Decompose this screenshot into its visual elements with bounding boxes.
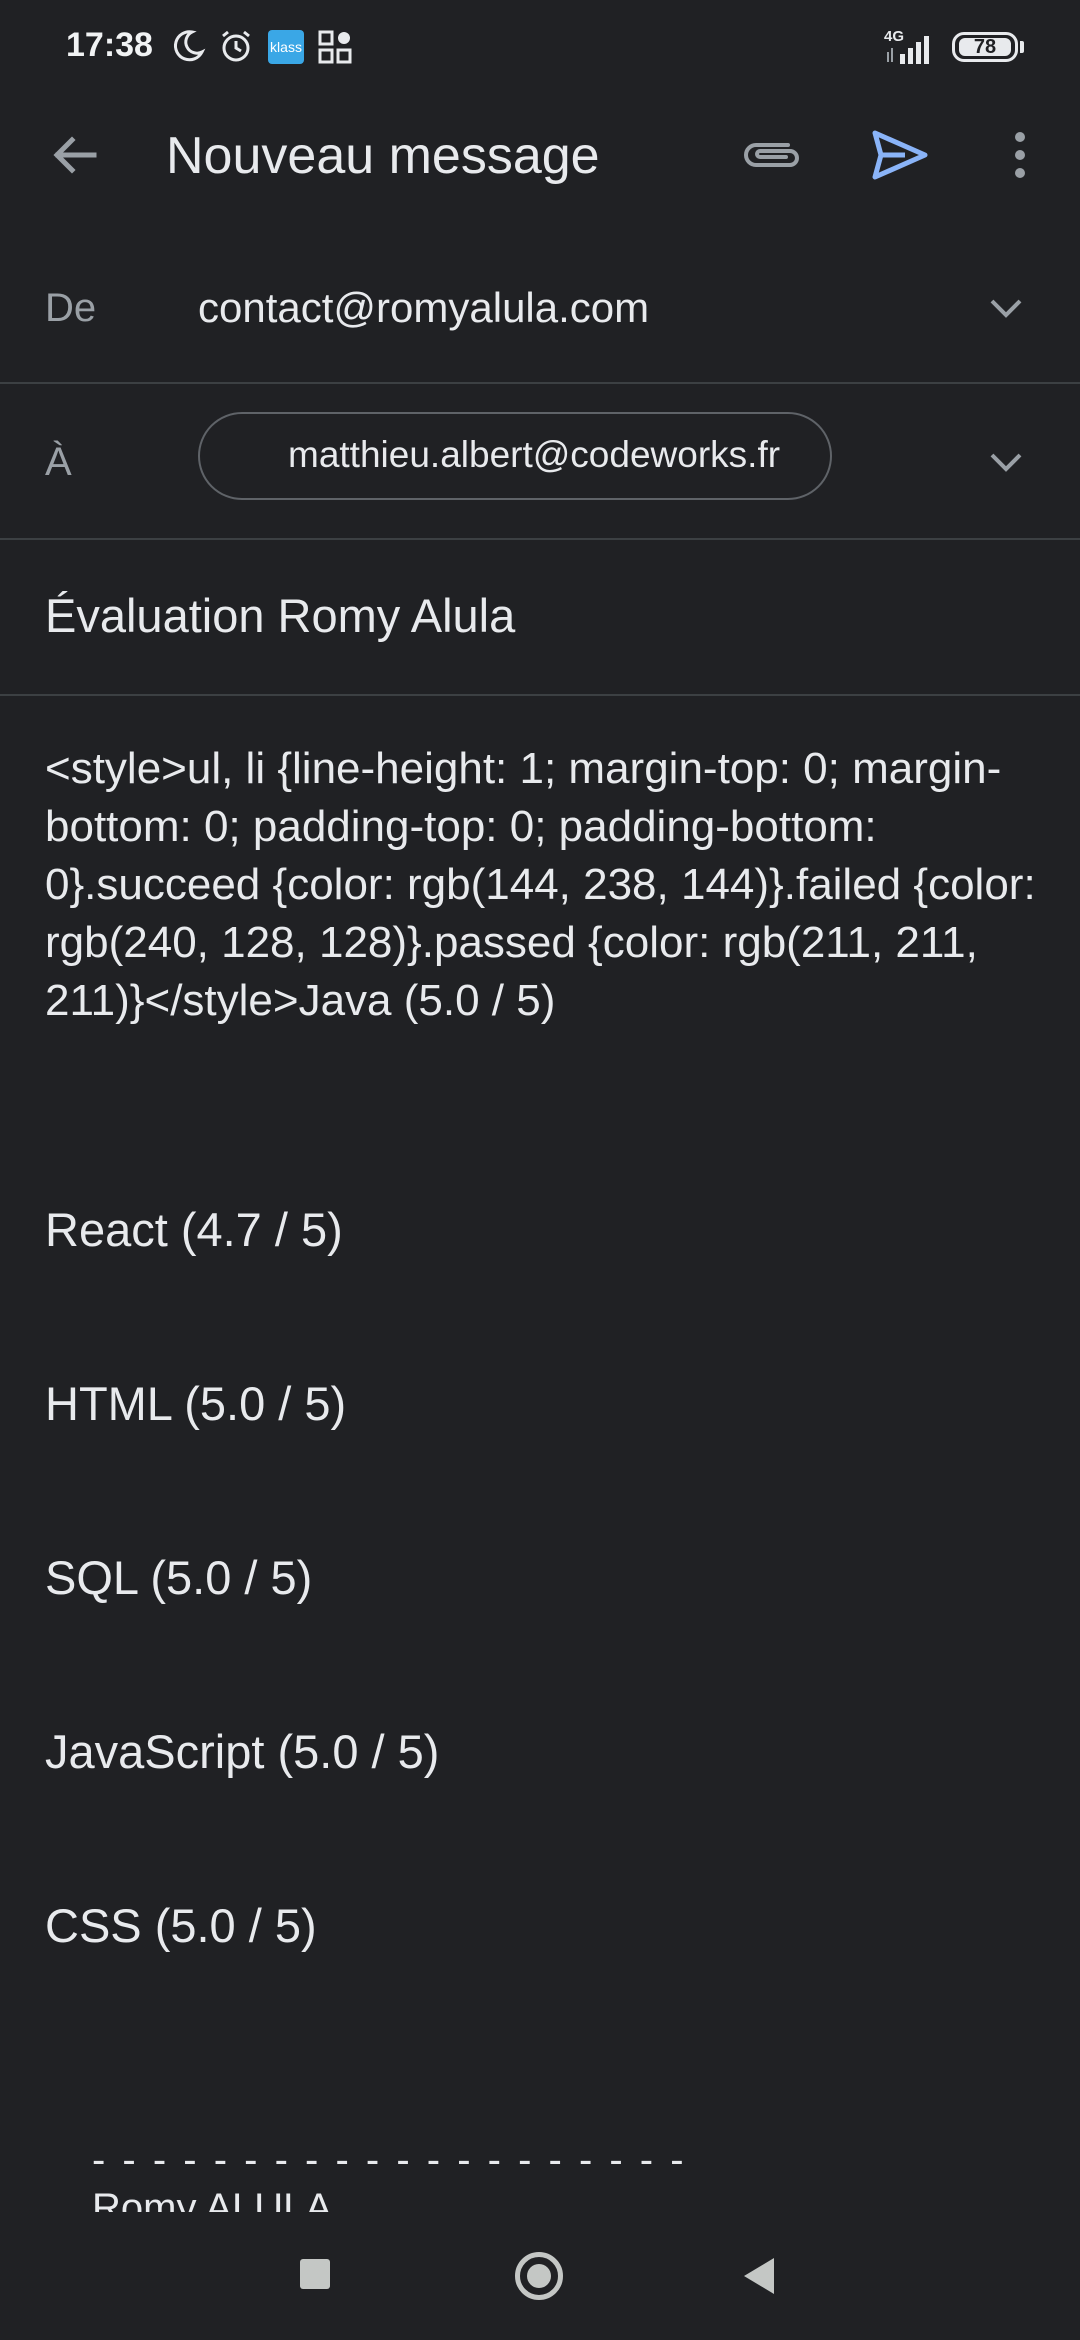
body-style-text: <style>ul, li {line-height: 1; margin-to…	[45, 744, 1036, 1025]
skill-line: React (4.7 / 5)	[45, 1203, 343, 1256]
more-options-button[interactable]	[992, 122, 1048, 192]
from-label: De	[45, 286, 97, 330]
from-value: contact@romyalula.com	[198, 284, 650, 331]
recents-square-icon[interactable]	[300, 2259, 330, 2289]
recipient-email: matthieu.albert@codeworks.fr	[288, 434, 781, 475]
home-circle-dot	[527, 2264, 551, 2288]
klass-app-icon: klass	[268, 30, 304, 64]
system-nav-bar	[0, 2212, 1080, 2340]
to-row[interactable]: À matthieu.albert@codeworks.fr	[0, 384, 1080, 540]
to-chevron-down-icon[interactable]	[976, 432, 1036, 492]
moon-icon	[170, 28, 206, 69]
alarm-icon	[218, 28, 254, 69]
message-body[interactable]: <style>ul, li {line-height: 1; margin-to…	[45, 740, 1045, 1030]
send-button[interactable]	[862, 120, 938, 194]
page-title: Nouveau message	[166, 127, 600, 185]
skill-line: JavaScript (5.0 / 5)	[45, 1725, 440, 1778]
skill-line: HTML (5.0 / 5)	[45, 1377, 347, 1430]
home-circle-icon[interactable]	[515, 2252, 563, 2300]
skill-line: CSS (5.0 / 5)	[45, 1899, 317, 1952]
to-label: À	[45, 440, 72, 484]
subject-row[interactable]: Évaluation Romy Alula	[0, 540, 1080, 696]
recipient-chip[interactable]: matthieu.albert@codeworks.fr	[198, 412, 832, 500]
battery-level: 78	[959, 37, 1011, 57]
from-row[interactable]: De contact@romyalula.com	[0, 228, 1080, 384]
subject-field[interactable]: Évaluation Romy Alula	[45, 588, 515, 643]
battery-icon: 78	[952, 32, 1018, 62]
back-arrow-icon	[50, 130, 100, 185]
klass-label: klass	[270, 39, 302, 55]
status-bar: 17:38 klass 4G 78	[0, 0, 1080, 96]
back-button[interactable]	[40, 122, 110, 192]
send-icon	[869, 127, 931, 188]
battery-tip	[1020, 41, 1024, 53]
more-vert-icon	[1013, 131, 1027, 184]
signature-separator: - - - - - - - - - - - - - - - - - - - -	[92, 2138, 687, 2182]
attachment-icon	[742, 135, 802, 180]
signature-clip: Romy ALULA	[92, 2186, 492, 2212]
back-triangle-icon[interactable]	[740, 2256, 776, 2301]
skill-line: SQL (5.0 / 5)	[45, 1551, 313, 1604]
signal-icon	[884, 34, 936, 69]
signature-name: Romy ALULA	[92, 2186, 333, 2212]
status-time: 17:38	[66, 26, 153, 64]
app-bar: Nouveau message	[0, 96, 1080, 212]
from-chevron-down-icon[interactable]	[976, 278, 1036, 338]
qr-scan-icon	[318, 30, 352, 69]
attach-button[interactable]	[736, 122, 808, 192]
